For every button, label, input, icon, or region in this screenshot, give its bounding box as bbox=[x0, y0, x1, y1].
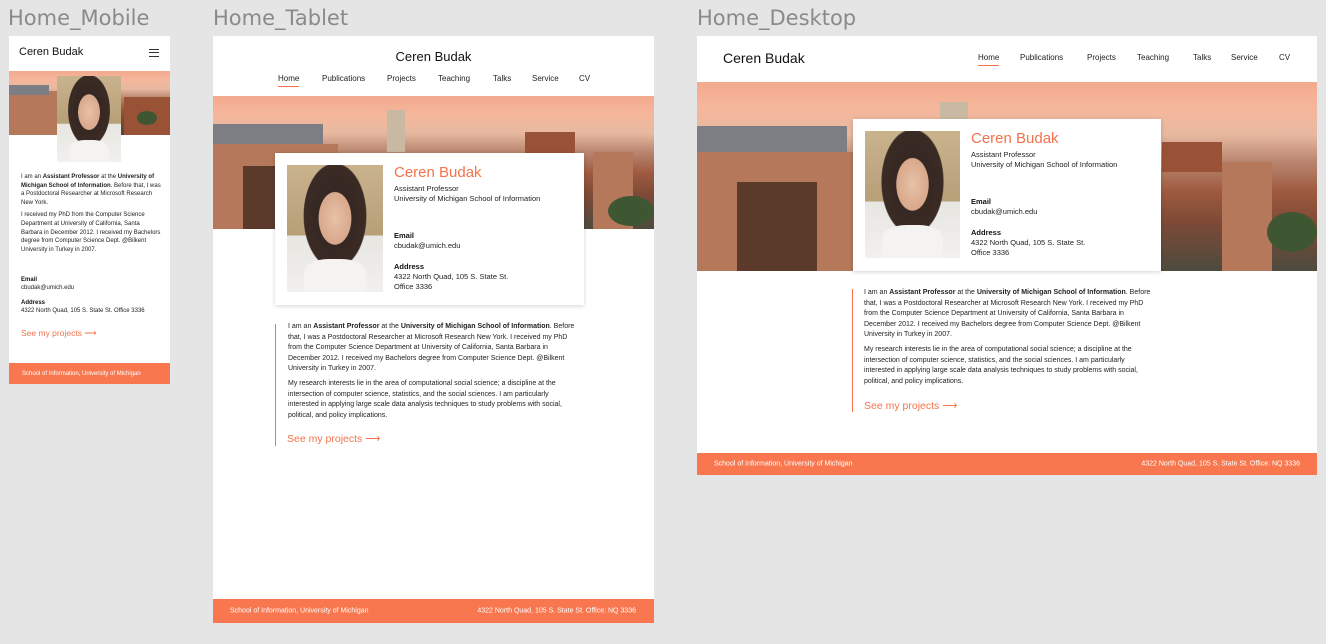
email-label: Email bbox=[394, 231, 415, 240]
nav-home[interactable]: Home bbox=[978, 53, 1000, 66]
email-label: Email bbox=[21, 277, 38, 283]
frame-label-desktop: Home_Desktop bbox=[697, 6, 857, 30]
arrow-right-icon: ⟶ bbox=[365, 433, 381, 445]
nav-publications[interactable]: Publications bbox=[322, 74, 365, 83]
profile-name: Ceren Budak bbox=[971, 130, 1059, 147]
email-value[interactable]: cbudak@umich.edu bbox=[971, 207, 1085, 217]
desktop-frame: Ceren Budak Home Publications Projects T… bbox=[697, 36, 1317, 475]
hamburger-icon[interactable] bbox=[149, 49, 159, 57]
nav-talks[interactable]: Talks bbox=[1193, 53, 1211, 62]
contact-block: Email cbudak@umich.edu Address 4322 Nort… bbox=[971, 197, 1085, 258]
footer-left: School of Information, University of Mic… bbox=[714, 460, 853, 468]
bio-text: I am an Assistant Professor at the Unive… bbox=[864, 289, 1151, 385]
address-line-2: Office 3336 bbox=[394, 282, 433, 291]
profile-photo bbox=[865, 131, 960, 258]
see-projects-link[interactable]: See my projects ⟶ bbox=[864, 400, 957, 412]
arrow-right-icon: ⟶ bbox=[84, 328, 97, 338]
footer: School of Information, University of Mic… bbox=[697, 453, 1317, 475]
see-projects-link[interactable]: See my projects ⟶ bbox=[21, 328, 97, 339]
mobile-frame: Ceren Budak I am an Assistant Professor … bbox=[9, 36, 170, 384]
contact-block: Email cbudak@umich.edu Address 4322 Nort… bbox=[21, 276, 145, 315]
footer: School of Information, University of Mic… bbox=[9, 363, 170, 384]
profile-card: Ceren Budak Assistant Professor Universi… bbox=[275, 153, 584, 305]
profile-title: Assistant Professor bbox=[971, 150, 1036, 159]
address-line-2: Office 3336 bbox=[971, 248, 1010, 257]
profile-photo bbox=[57, 76, 121, 162]
bio-text: I am an Assistant Professor at the Unive… bbox=[288, 323, 575, 419]
email-value[interactable]: cbudak@umich.edu bbox=[394, 241, 508, 251]
contact-block: Email cbudak@umich.edu Address 4322 Nort… bbox=[394, 231, 508, 292]
email-label: Email bbox=[971, 197, 992, 206]
nav-service[interactable]: Service bbox=[532, 74, 559, 83]
address-label: Address bbox=[394, 262, 425, 271]
profile-title: Assistant Professor bbox=[394, 184, 459, 193]
address-label: Address bbox=[971, 228, 1002, 237]
nav-home[interactable]: Home bbox=[278, 74, 300, 87]
profile-affiliation: University of Michigan School of Informa… bbox=[394, 194, 541, 203]
address-label: Address bbox=[21, 300, 46, 306]
frame-label-mobile: Home_Mobile bbox=[8, 6, 150, 30]
footer-right: 4322 North Quad, 105 S. State St. Office… bbox=[1141, 460, 1300, 468]
site-brand[interactable]: Ceren Budak bbox=[19, 46, 83, 58]
site-brand[interactable]: Ceren Budak bbox=[213, 49, 654, 64]
profile-card: Ceren Budak Assistant Professor Universi… bbox=[853, 119, 1161, 271]
profile-affiliation: University of Michigan School of Informa… bbox=[971, 160, 1118, 169]
profile-title-block: Assistant Professor University of Michig… bbox=[971, 150, 1117, 170]
nav-teaching[interactable]: Teaching bbox=[1137, 53, 1169, 62]
bio-text: I am an Assistant Professor at the Unive… bbox=[21, 174, 161, 253]
nav-projects[interactable]: Projects bbox=[1087, 53, 1116, 62]
nav-service[interactable]: Service bbox=[1231, 53, 1258, 62]
address-line-1: 4322 North Quad, 105 S. State St. bbox=[971, 238, 1086, 247]
footer-left: School of Information, University of Mic… bbox=[22, 370, 141, 377]
footer-left: School of Information, University of Mic… bbox=[230, 607, 369, 615]
see-projects-link[interactable]: See my projects ⟶ bbox=[287, 433, 380, 445]
footer-right: 4322 North Quad, 105 S. State St. Office… bbox=[477, 607, 636, 615]
nav-projects[interactable]: Projects bbox=[387, 74, 416, 83]
nav-teaching[interactable]: Teaching bbox=[438, 74, 470, 83]
bio-rule bbox=[275, 324, 277, 446]
nav-cv[interactable]: CV bbox=[1279, 53, 1290, 62]
bio-rule bbox=[852, 289, 854, 412]
profile-photo bbox=[287, 165, 383, 292]
footer: School of Information, University of Mic… bbox=[213, 599, 654, 623]
site-brand[interactable]: Ceren Budak bbox=[723, 50, 805, 66]
profile-name: Ceren Budak bbox=[394, 164, 482, 181]
arrow-right-icon: ⟶ bbox=[942, 400, 958, 412]
tablet-frame: Ceren Budak Home Publications Projects T… bbox=[213, 36, 654, 623]
nav-cv[interactable]: CV bbox=[579, 74, 590, 83]
email-value[interactable]: cbudak@umich.edu bbox=[21, 284, 145, 292]
address-value: 4322 North Quad, 105 S. State St. Office… bbox=[21, 308, 145, 314]
address-line-1: 4322 North Quad, 105 S. State St. bbox=[394, 272, 509, 281]
nav-talks[interactable]: Talks bbox=[493, 74, 511, 83]
nav-publications[interactable]: Publications bbox=[1020, 53, 1063, 62]
frame-label-tablet: Home_Tablet bbox=[213, 6, 349, 30]
profile-title-block: Assistant Professor University of Michig… bbox=[394, 184, 540, 204]
